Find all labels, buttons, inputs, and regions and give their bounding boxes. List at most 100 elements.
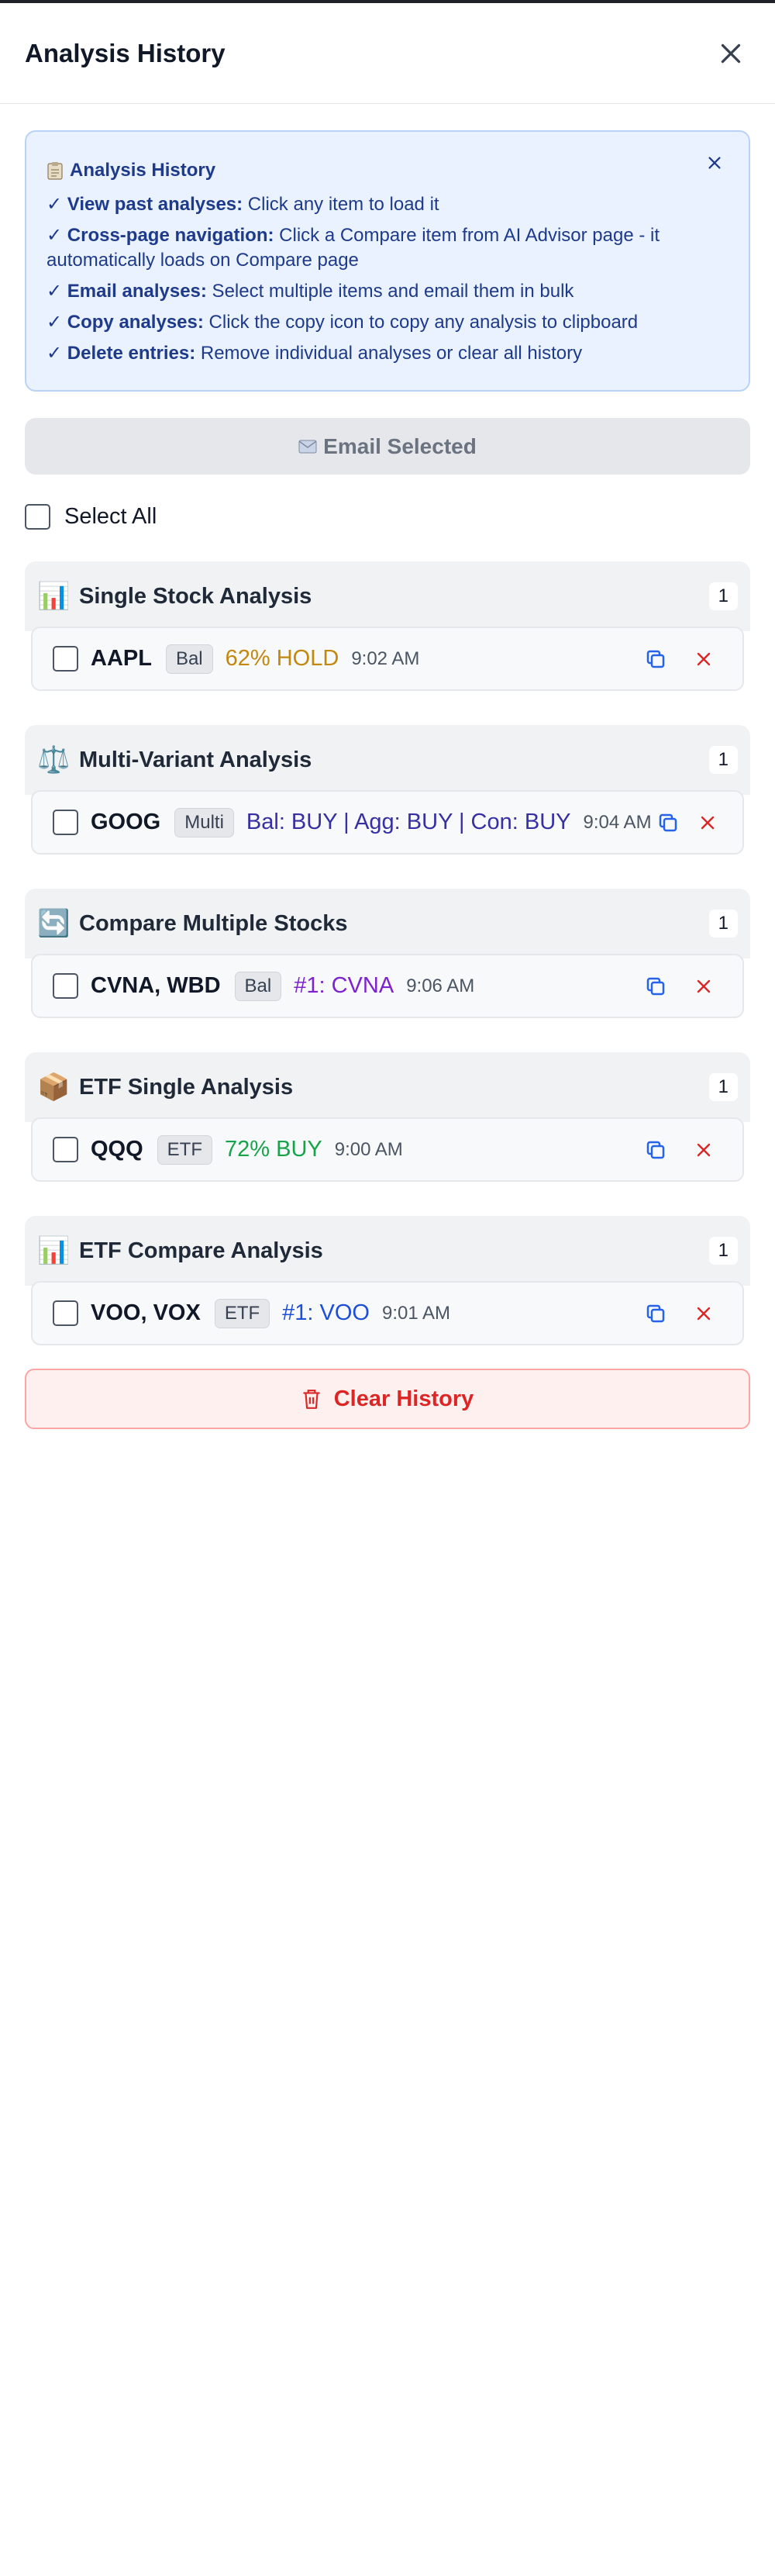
item-checkbox[interactable]	[53, 1137, 78, 1162]
group-header: 📊 Single Stock Analysis 1	[25, 561, 750, 631]
x-icon	[701, 816, 715, 829]
info-dismiss-button[interactable]	[701, 149, 728, 177]
bar-chart-icon: 📊	[37, 1236, 71, 1266]
group-title: ETF Single Analysis	[79, 1074, 294, 1100]
group-compare-multiple: 🔄 Compare Multiple Stocks 1 CVNA, WBD Ba…	[25, 889, 750, 1023]
item-result: 62% HOLD	[225, 646, 339, 671]
group-header: 📦 ETF Single Analysis 1	[25, 1052, 750, 1122]
copy-icon	[646, 650, 665, 668]
copy-button[interactable]	[640, 1298, 671, 1329]
item-checkbox[interactable]	[53, 973, 78, 999]
delete-button[interactable]	[688, 1298, 719, 1329]
item-tag: Bal	[234, 971, 282, 1001]
envelope-icon	[298, 440, 317, 453]
count-badge: 1	[708, 746, 738, 774]
history-item[interactable]: AAPL Bal 62% HOLD 9:02 AM	[31, 627, 744, 691]
item-checkbox[interactable]	[53, 646, 78, 672]
copy-icon	[646, 977, 665, 995]
refresh-icon: 🔄	[37, 909, 71, 938]
group-etf-single: 📦 ETF Single Analysis 1 QQQ ETF 72% BUY …	[25, 1052, 750, 1186]
history-item[interactable]: VOO, VOX ETF #1: VOO 9:01 AM	[31, 1281, 744, 1345]
item-result: 72% BUY	[225, 1137, 322, 1162]
trash-icon	[302, 1390, 320, 1409]
copy-button[interactable]	[640, 644, 671, 675]
item-tag: Bal	[165, 644, 213, 674]
item-time: 9:04 AM	[583, 811, 652, 833]
group-single-stock: 📊 Single Stock Analysis 1 AAPL Bal 62% H…	[25, 561, 750, 696]
bar-chart-icon: 📊	[37, 582, 71, 611]
delete-button[interactable]	[688, 1134, 719, 1165]
modal-header: Analysis History	[0, 3, 775, 104]
info-line: ✓ Email analyses: Select multiple items …	[46, 281, 574, 302]
copy-icon	[659, 813, 677, 831]
history-item[interactable]: QQQ ETF 72% BUY 9:00 AM	[31, 1117, 744, 1182]
item-tag: ETF	[214, 1298, 270, 1328]
history-content: Analysis History ✓ View past analyses: C…	[0, 104, 775, 1429]
group-title: ETF Compare Analysis	[79, 1238, 323, 1263]
item-checkbox[interactable]	[53, 1300, 78, 1326]
select-all-checkbox[interactable]	[25, 503, 50, 530]
item-result: #1: CVNA	[294, 973, 394, 998]
item-ticker: AAPL	[91, 646, 152, 671]
select-all-row: Select All	[25, 501, 750, 532]
item-time: 9:02 AM	[351, 647, 420, 669]
group-title: Multi-Variant Analysis	[79, 747, 312, 772]
history-item[interactable]: GOOG Multi Bal: BUY | Agg: BUY | Con: BU…	[31, 790, 744, 855]
group-etf-compare: 📊 ETF Compare Analysis 1 VOO, VOX ETF #1…	[25, 1216, 750, 1350]
copy-button[interactable]	[640, 971, 671, 1002]
info-panel: Analysis History ✓ View past analyses: C…	[25, 130, 750, 392]
x-icon	[697, 979, 711, 993]
item-ticker: QQQ	[91, 1137, 143, 1162]
item-ticker: GOOG	[91, 810, 161, 834]
clipboard-icon	[47, 162, 63, 180]
group-title: Compare Multiple Stocks	[79, 910, 348, 936]
group-header: 🔄 Compare Multiple Stocks 1	[25, 889, 750, 958]
history-item[interactable]: CVNA, WBD Bal #1: CVNA 9:06 AM	[31, 954, 744, 1018]
group-header: ⚖️ Multi-Variant Analysis 1	[25, 725, 750, 795]
copy-button[interactable]	[656, 807, 680, 838]
scales-icon: ⚖️	[37, 745, 71, 775]
item-tag: Multi	[174, 807, 234, 837]
item-time: 9:01 AM	[381, 1302, 451, 1324]
group-header: 📊 ETF Compare Analysis 1	[25, 1216, 750, 1286]
select-all-label: Select All	[64, 503, 157, 529]
group-multi-variant: ⚖️ Multi-Variant Analysis 1 GOOG Multi B…	[25, 725, 750, 859]
count-badge: 1	[708, 1237, 738, 1265]
info-line: ✓ Delete entries: Remove individual anal…	[46, 343, 583, 364]
item-ticker: VOO, VOX	[91, 1300, 201, 1325]
item-time: 9:06 AM	[406, 975, 475, 996]
copy-icon	[646, 1141, 665, 1159]
count-badge: 1	[708, 910, 738, 938]
item-result: Bal: BUY | Agg: BUY | Con: BUY	[246, 810, 571, 834]
info-line: ✓ View past analyses: Click any item to …	[46, 194, 439, 215]
x-icon	[697, 1143, 711, 1156]
info-line: ✓ Cross-page navigation: Click a Compare…	[46, 225, 660, 271]
item-checkbox[interactable]	[53, 810, 78, 835]
item-time: 9:00 AM	[334, 1138, 403, 1160]
clear-history-label: Clear History	[333, 1386, 474, 1411]
delete-button[interactable]	[688, 971, 719, 1002]
item-ticker: CVNA, WBD	[91, 973, 221, 998]
page-title: Analysis History	[25, 38, 226, 67]
item-tag: ETF	[157, 1134, 212, 1165]
close-button[interactable]	[711, 34, 750, 73]
close-icon	[721, 43, 741, 63]
clear-history-button[interactable]: Clear History	[25, 1369, 750, 1429]
info-title-text: Analysis History	[70, 160, 216, 181]
item-result: #1: VOO	[282, 1300, 370, 1325]
info-line: ✓ Copy analyses: Click the copy icon to …	[46, 312, 639, 333]
delete-button[interactable]	[697, 807, 719, 838]
count-badge: 1	[708, 582, 738, 610]
x-icon	[697, 652, 711, 665]
close-icon	[708, 157, 721, 169]
copy-icon	[646, 1304, 665, 1322]
count-badge: 1	[708, 1073, 738, 1101]
copy-button[interactable]	[640, 1134, 671, 1165]
package-icon: 📦	[37, 1072, 71, 1102]
info-title: Analysis History	[46, 160, 728, 181]
group-title: Single Stock Analysis	[79, 583, 312, 609]
x-icon	[697, 1307, 711, 1320]
delete-button[interactable]	[688, 644, 719, 675]
email-selected-button[interactable]: Email Selected	[25, 418, 750, 475]
email-selected-label: Email Selected	[323, 433, 477, 458]
